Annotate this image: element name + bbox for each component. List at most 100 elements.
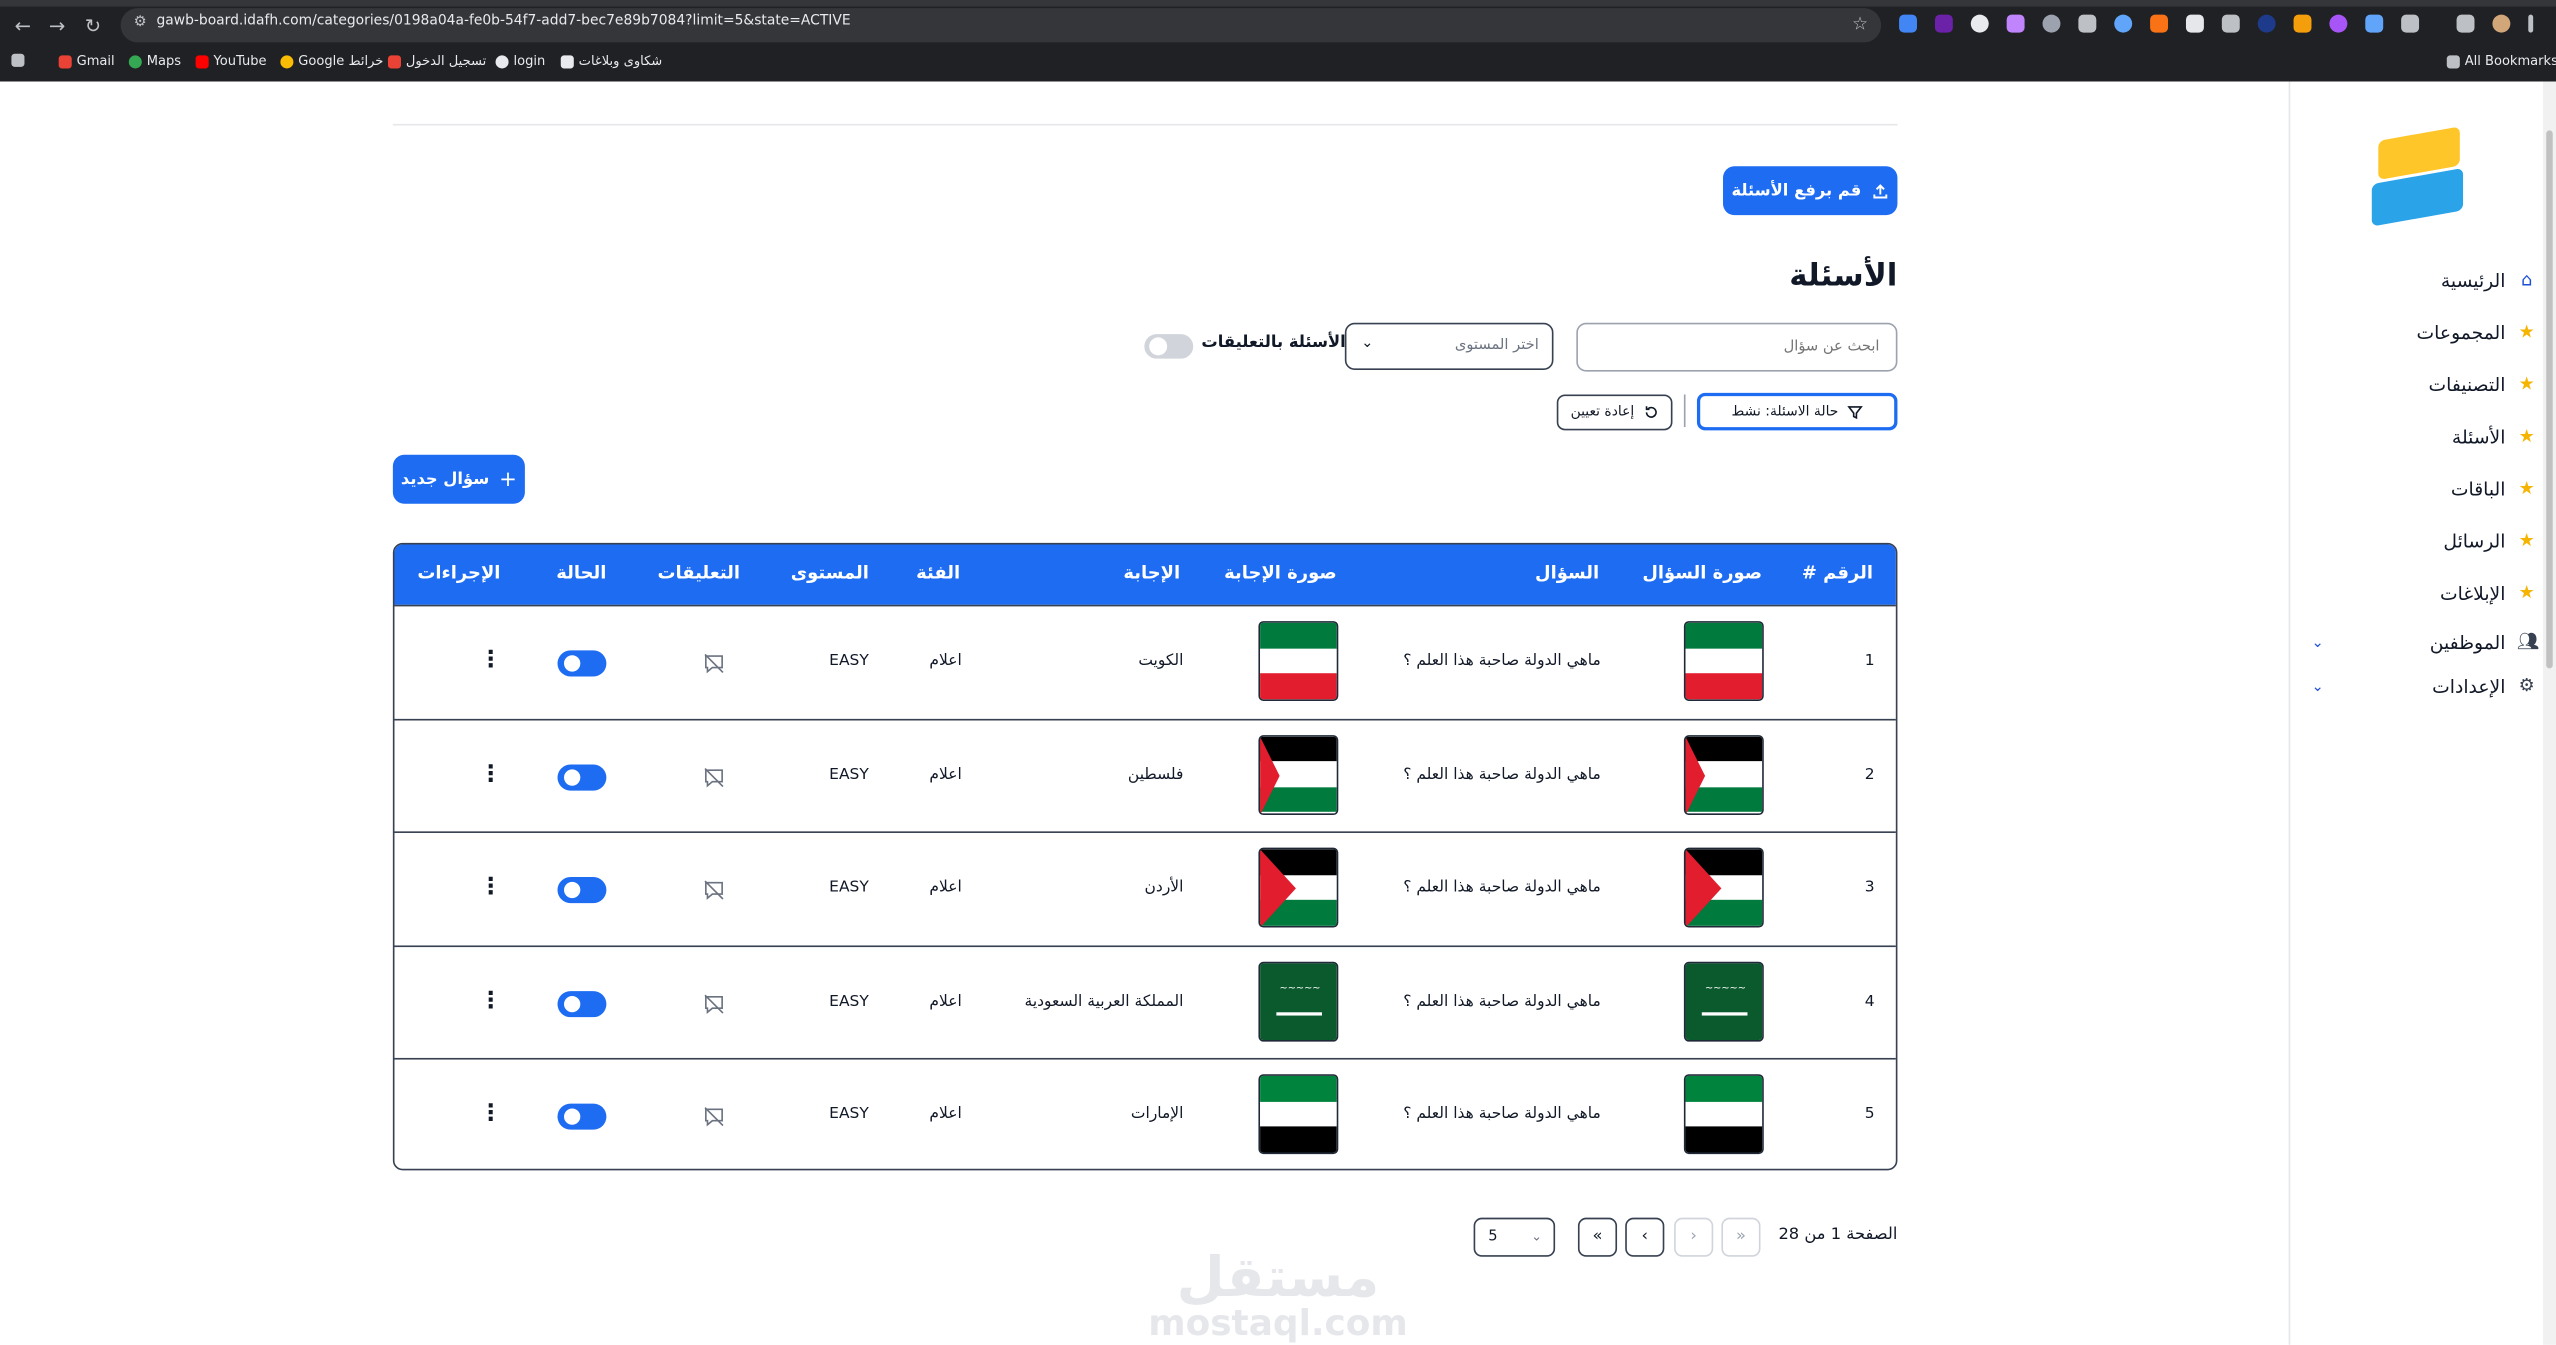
sidebar-item-groups[interactable]: المجموعات ★: [2308, 306, 2536, 358]
status-toggle[interactable]: [557, 876, 607, 904]
question-image[interactable]: [1683, 847, 1764, 928]
more-actions-icon[interactable]: ⋮: [479, 1100, 502, 1126]
question-image[interactable]: [1683, 1074, 1764, 1155]
status-toggle[interactable]: [557, 763, 607, 790]
apps-grid-icon[interactable]: [11, 53, 25, 67]
page-title: الأسئلة: [1789, 257, 1898, 294]
col-actions: الإجراءات: [417, 562, 501, 584]
bookmark-complaints[interactable]: شكاوى وبلاغات: [560, 54, 662, 68]
all-bookmarks[interactable]: All Bookmarks: [2446, 54, 2556, 68]
level-select[interactable]: اختر المستوى ⌄: [1344, 322, 1554, 371]
comments-off-icon[interactable]: [703, 990, 726, 1014]
extension-icon[interactable]: [2257, 14, 2276, 33]
status-filter-chip[interactable]: حالة الاسئلة: نشط: [1696, 392, 1898, 431]
question-image[interactable]: ~~~~~: [1683, 960, 1764, 1041]
profile-avatar[interactable]: [2492, 14, 2511, 33]
bookmark-login[interactable]: login: [495, 54, 545, 68]
row-number: 4: [1864, 991, 1875, 1010]
reset-button[interactable]: إعادة تعيين: [1556, 394, 1673, 431]
new-question-button[interactable]: سؤال جديد +: [392, 454, 525, 504]
extension-icon[interactable]: [2329, 14, 2348, 33]
sidebar-nav: الرئيسية ⌂ المجموعات ★ التصنيفات ★ الأسئ…: [2308, 254, 2539, 707]
comments-toggle[interactable]: [1144, 334, 1194, 359]
bookmark-google-maps-ar[interactable]: Google خرائط: [280, 54, 383, 68]
question-image[interactable]: [1683, 734, 1764, 815]
search-input[interactable]: [1576, 322, 1898, 372]
sidebar-item-reports[interactable]: الإبلاغات ★: [2308, 567, 2536, 619]
star-icon: ★: [2518, 529, 2535, 551]
bookmark-gmail[interactable]: Gmail: [58, 54, 115, 68]
extension-icon[interactable]: [2221, 14, 2240, 33]
more-actions-icon[interactable]: ⋮: [479, 874, 502, 900]
table-row: 1 ماهي الدولة صاحبة هذا العلم ؟ الكويت اعلا…: [394, 604, 1896, 717]
answer-image[interactable]: [1258, 1074, 1339, 1155]
category-text: اعلام: [929, 991, 962, 1010]
answer-image[interactable]: [1258, 847, 1339, 928]
sidebar-item-home[interactable]: الرئيسية ⌂: [2308, 254, 2536, 306]
forward-icon[interactable]: →: [44, 13, 70, 39]
gear-icon: ⚙: [2518, 674, 2535, 696]
extension-icon[interactable]: [2456, 14, 2475, 33]
chevron-down-icon[interactable]: ⌄: [2311, 636, 2323, 652]
bookmark-login-ar[interactable]: تسجيل الدخول: [387, 54, 486, 68]
bookmark-maps[interactable]: Maps: [128, 54, 181, 68]
site-info-icon[interactable]: ⚙: [134, 15, 150, 35]
sidebar-scrollbar[interactable]: [2542, 81, 2556, 1345]
extension-icon[interactable]: [2365, 14, 2384, 33]
sidebar-item-questions[interactable]: الأسئلة ★: [2308, 411, 2536, 463]
answer-image[interactable]: ~~~~~: [1258, 960, 1339, 1041]
scrollbar-thumb[interactable]: [2546, 130, 2553, 669]
extension-icon[interactable]: [2042, 14, 2061, 33]
address-bar[interactable]: ⚙ gawb-board.idafh.com/categories/0198a0…: [120, 8, 1882, 43]
extensions-puzzle-icon[interactable]: [2401, 14, 2420, 33]
comments-off-icon[interactable]: [703, 764, 726, 787]
comments-off-icon[interactable]: [703, 1104, 726, 1127]
last-page-button[interactable]: «: [1577, 1217, 1618, 1257]
sidebar-item-messages[interactable]: الرسائل ★: [2308, 515, 2536, 567]
app-logo[interactable]: [2365, 117, 2473, 228]
more-actions-icon[interactable]: ⋮: [479, 647, 502, 673]
status-toggle[interactable]: [557, 1103, 607, 1130]
comments-off-icon[interactable]: [703, 877, 726, 900]
table-row: 5 ماهي الدولة صاحبة هذا العلم ؟ الإمارات اع…: [394, 1057, 1896, 1169]
status-toggle[interactable]: [557, 650, 607, 677]
extension-icon[interactable]: [1899, 14, 1917, 33]
bookmarks-bar: Gmail Maps YouTube Google خرائط تسجيل ال…: [0, 47, 2556, 81]
extension-icon[interactable]: [2078, 14, 2097, 33]
extension-icon[interactable]: [1970, 14, 1989, 33]
prev-page-button[interactable]: ›: [1674, 1217, 1714, 1257]
extension-icon[interactable]: [2185, 14, 2204, 33]
question-image[interactable]: [1683, 621, 1764, 701]
answer-image[interactable]: [1258, 734, 1339, 815]
next-page-button[interactable]: ‹: [1625, 1217, 1665, 1257]
answer-text: الكويت: [1138, 652, 1184, 670]
toggle-knob: [564, 881, 581, 899]
more-actions-icon[interactable]: ⋮: [479, 760, 502, 786]
status-filter-label: حالة الاسئلة: نشط: [1731, 403, 1839, 420]
sidebar-item-packages[interactable]: الباقات ★: [2308, 463, 2536, 515]
first-page-button[interactable]: »: [1721, 1217, 1761, 1257]
extension-icon[interactable]: [1934, 14, 1953, 33]
extension-icon[interactable]: [2114, 14, 2133, 33]
menu-icon[interactable]: [2528, 14, 2534, 33]
extension-icon[interactable]: [2293, 14, 2312, 33]
reload-icon[interactable]: ↻: [80, 13, 106, 39]
extension-icon[interactable]: [2006, 14, 2025, 33]
chevron-down-icon[interactable]: ⌄: [2311, 680, 2323, 696]
upload-questions-button[interactable]: قم برفع الأسئلة: [1723, 166, 1898, 216]
bookmark-star-icon[interactable]: ☆: [1852, 13, 1868, 34]
bookmark-youtube[interactable]: YouTube: [195, 54, 267, 68]
col-question: السؤال: [1535, 562, 1600, 584]
comments-off-icon[interactable]: [703, 650, 726, 674]
sidebar-item-categories[interactable]: التصنيفات ★: [2308, 359, 2536, 411]
back-icon[interactable]: ←: [10, 13, 36, 39]
col-status: الحالة: [556, 562, 607, 584]
page-size-select[interactable]: 5 ⌄: [1473, 1217, 1556, 1257]
sidebar-item-employees[interactable]: ⌄ الموظفين 👥︎: [2308, 619, 2539, 663]
answer-image[interactable]: [1258, 621, 1339, 701]
answer-text: المملكة العربية السعودية: [1024, 991, 1184, 1010]
more-actions-icon[interactable]: ⋮: [479, 987, 502, 1013]
status-toggle[interactable]: [557, 990, 607, 1017]
extension-icon[interactable]: [2150, 14, 2169, 33]
sidebar-item-settings[interactable]: ⌄ الإعدادات ⚙: [2308, 663, 2536, 707]
